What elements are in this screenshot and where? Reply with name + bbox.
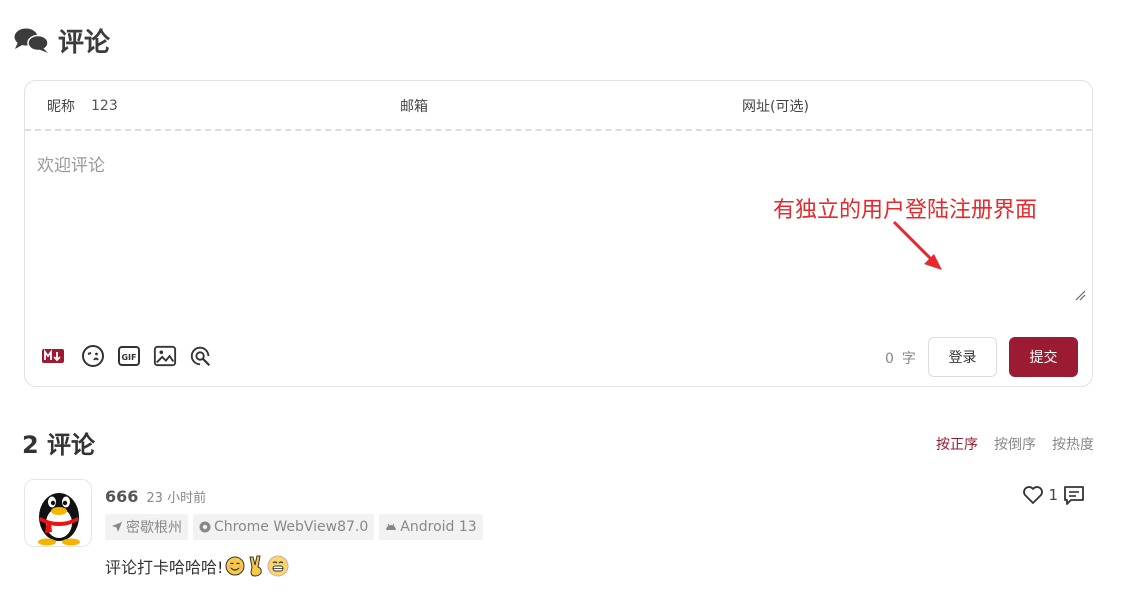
emoji-icon[interactable] <box>81 344 105 368</box>
preview-icon[interactable] <box>189 344 213 368</box>
nick-label: 昵称 <box>47 99 75 115</box>
mail-label: 邮箱 <box>400 99 428 115</box>
section-title-text: 评论 <box>58 27 111 58</box>
os-tag: Android 13 <box>379 514 483 540</box>
resize-handle-icon[interactable] <box>1074 289 1086 301</box>
comment-content: 评论打卡哈哈哈! <box>105 554 289 578</box>
comment-section-title: 评论 <box>14 22 110 58</box>
location-tag: 密歇根州 <box>105 514 188 540</box>
smile-emoji-icon <box>225 556 245 576</box>
comment-nick[interactable]: 666 <box>105 487 138 506</box>
sort-hot[interactable]: 按热度 <box>1052 434 1094 454</box>
comment-text: 评论打卡哈哈哈! <box>105 558 224 577</box>
sort-desc[interactable]: 按倒序 <box>994 434 1036 454</box>
annotation-arrow <box>892 220 942 270</box>
url-field[interactable]: 网址(可选) <box>742 96 825 116</box>
comments-count-title: 2 评论 <box>22 431 96 459</box>
reply-icon[interactable] <box>1062 484 1086 506</box>
image-icon[interactable] <box>153 344 177 368</box>
comment-time: 23 小时前 <box>146 491 207 506</box>
comment-item: 666 23 小时前 密歇根州 Chrome WebView87.0 Andro… <box>24 479 1094 589</box>
chrome-icon <box>199 521 211 533</box>
comment-textarea[interactable]: 欢迎评论 <box>37 151 105 176</box>
nick-field[interactable]: 昵称 123 <box>47 96 118 116</box>
android-icon <box>386 523 397 530</box>
comment-form-header: 昵称 123 邮箱 网址(可选) <box>25 81 1092 131</box>
sort-asc[interactable]: 按正序 <box>936 434 978 454</box>
login-button[interactable]: 登录 <box>928 337 997 377</box>
comment-actions: 1 <box>1022 484 1086 506</box>
browser-text: Chrome WebView87.0 <box>214 519 369 535</box>
mail-field[interactable]: 邮箱 <box>400 96 444 116</box>
editor-toolbar: GIF <box>41 344 213 368</box>
like-heart-icon[interactable] <box>1022 485 1044 505</box>
url-label: 网址(可选) <box>742 99 809 115</box>
comment-tags: 密歇根州 Chrome WebView87.0 Android 13 <box>105 514 483 540</box>
svg-text:GIF: GIF <box>121 353 136 362</box>
qq-penguin-icon <box>38 493 80 546</box>
word-count-number: 0 <box>885 351 894 367</box>
comments-icon <box>14 28 49 53</box>
word-count: 0字 <box>885 348 916 368</box>
word-count-unit: 字 <box>901 351 916 367</box>
sort-options: 按正序 按倒序 按热度 <box>936 434 1094 454</box>
nick-input[interactable]: 123 <box>91 98 118 114</box>
grin-emoji-icon <box>267 555 289 577</box>
like-count: 1 <box>1048 486 1058 504</box>
os-text: Android 13 <box>400 519 477 535</box>
submit-button[interactable]: 提交 <box>1009 337 1078 377</box>
comment-meta: 666 23 小时前 <box>105 487 206 506</box>
gif-icon[interactable]: GIF <box>117 344 141 368</box>
browser-tag: Chrome WebView87.0 <box>193 514 375 540</box>
avatar[interactable] <box>24 479 92 547</box>
location-arrow-icon <box>112 522 122 532</box>
markdown-icon[interactable] <box>41 344 65 368</box>
victory-hand-emoji-icon <box>249 555 263 577</box>
location-text: 密歇根州 <box>126 520 182 536</box>
